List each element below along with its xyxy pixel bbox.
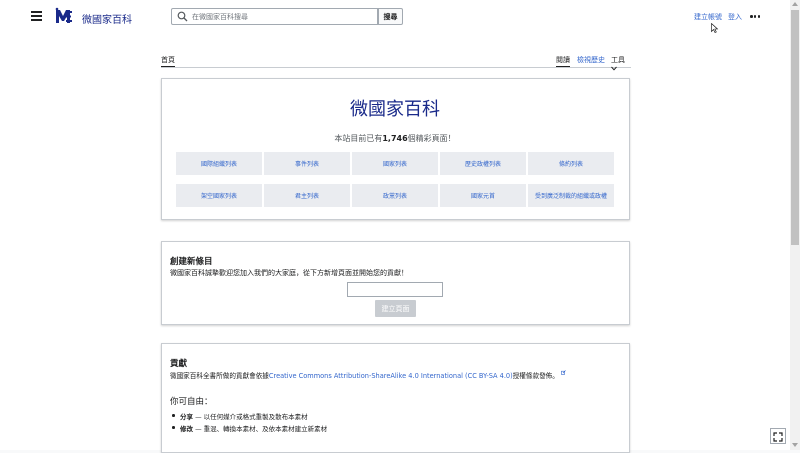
link-intl-organizations[interactable]: 國際組織列表: [176, 152, 262, 175]
link-treaties[interactable]: 條約列表: [528, 152, 614, 175]
page-tabs: 首頁 閱讀 檢視歷史 工具: [161, 56, 631, 71]
link-events[interactable]: 事件列表: [264, 152, 350, 175]
search-input[interactable]: [192, 9, 372, 24]
list-item: 分享 — 以任何媒介或格式重製及散布本素材: [172, 411, 308, 421]
stats-suffix: 個精彩頁面！: [407, 134, 456, 143]
stats-text: 本站目前已有1,746個精彩頁面！: [0, 133, 790, 144]
link-countries[interactable]: 國家列表: [352, 152, 438, 175]
page: 微國家百科 搜尋 建立帳號登入 首頁 閱讀 檢視歷史 工具 微國家百科 本站目前…: [0, 0, 790, 453]
create-page-button[interactable]: 建立頁面: [375, 300, 416, 317]
item-desc: — 以任何媒介或格式重製及散布本素材: [195, 413, 308, 421]
scroll-up-arrow[interactable]: [792, 2, 798, 6]
link-heads-of-state[interactable]: 國家元首: [440, 184, 526, 207]
list-item: 修改 — 重混、轉換本素材、及依本素材建立新素材: [172, 423, 327, 433]
tools-label: 工具: [611, 56, 625, 64]
link-historical-regimes[interactable]: 歷史政權列表: [440, 152, 526, 175]
login-link[interactable]: 登入: [728, 13, 742, 21]
search-icon: [177, 11, 188, 22]
external-link-icon: [561, 370, 566, 375]
create-heading: 創建新條目: [170, 257, 213, 267]
search-box[interactable]: [171, 8, 378, 25]
link-sanctioned-entities[interactable]: 受到廣泛制裁的組織或政權: [528, 184, 614, 207]
search-button[interactable]: 搜尋: [378, 8, 403, 25]
scroll-thumb[interactable]: [791, 10, 799, 245]
item-desc: — 重混、轉換本素材、及依本素材建立新素材: [195, 425, 328, 433]
freedom-heading: 你可自由：: [170, 397, 213, 407]
tab-read[interactable]: 閱讀: [556, 56, 570, 67]
item-term: 修改: [180, 425, 193, 433]
more-icon[interactable]: [750, 15, 760, 18]
fullscreen-button[interactable]: [770, 428, 786, 444]
menu-icon[interactable]: [31, 11, 42, 21]
license-link[interactable]: Creative Commons Attribution-ShareAlike …: [269, 372, 513, 380]
link-fictional-countries[interactable]: 架空國家列表: [176, 184, 262, 207]
tools-menu[interactable]: 工具: [611, 56, 631, 71]
contribute-card: [161, 343, 630, 453]
chevron-down-icon: [611, 66, 617, 71]
tab-home[interactable]: 首頁: [161, 56, 175, 67]
new-page-title-input[interactable]: [347, 282, 443, 297]
site-name[interactable]: 微國家百科: [82, 11, 132, 26]
mouse-cursor-icon: [711, 23, 719, 33]
tab-view-history[interactable]: 檢視歷史: [577, 56, 605, 66]
link-political-parties[interactable]: 政黨列表: [352, 184, 438, 207]
user-links: 建立帳號 登入: [688, 12, 742, 22]
main-title: 微國家百科: [350, 99, 440, 120]
item-term: 分享: [180, 413, 193, 421]
create-account-link[interactable]: 建立帳號: [694, 13, 722, 21]
stats-count: 1,746: [382, 134, 408, 143]
license-text-prefix: 微國家百科全書所做的貢獻會依據: [170, 372, 269, 380]
create-text: 微國家百科誠摯歡迎您加入我們的大家庭，從下方新增頁面並開始您的貢獻！: [170, 269, 408, 277]
stats-prefix: 本站目前已有: [334, 134, 383, 143]
contribute-heading: 貢獻: [170, 359, 188, 369]
license-text-suffix: 授權條款發佈。: [512, 372, 559, 380]
fullscreen-icon: [773, 432, 783, 442]
vertical-scrollbar[interactable]: [790, 0, 800, 450]
link-monarchs[interactable]: 君主列表: [264, 184, 350, 207]
scroll-down-arrow[interactable]: [792, 443, 798, 447]
site-logo-icon[interactable]: [54, 6, 74, 26]
license-text: 微國家百科全書所做的貢獻會依據Creative Commons Attribut…: [170, 370, 566, 380]
